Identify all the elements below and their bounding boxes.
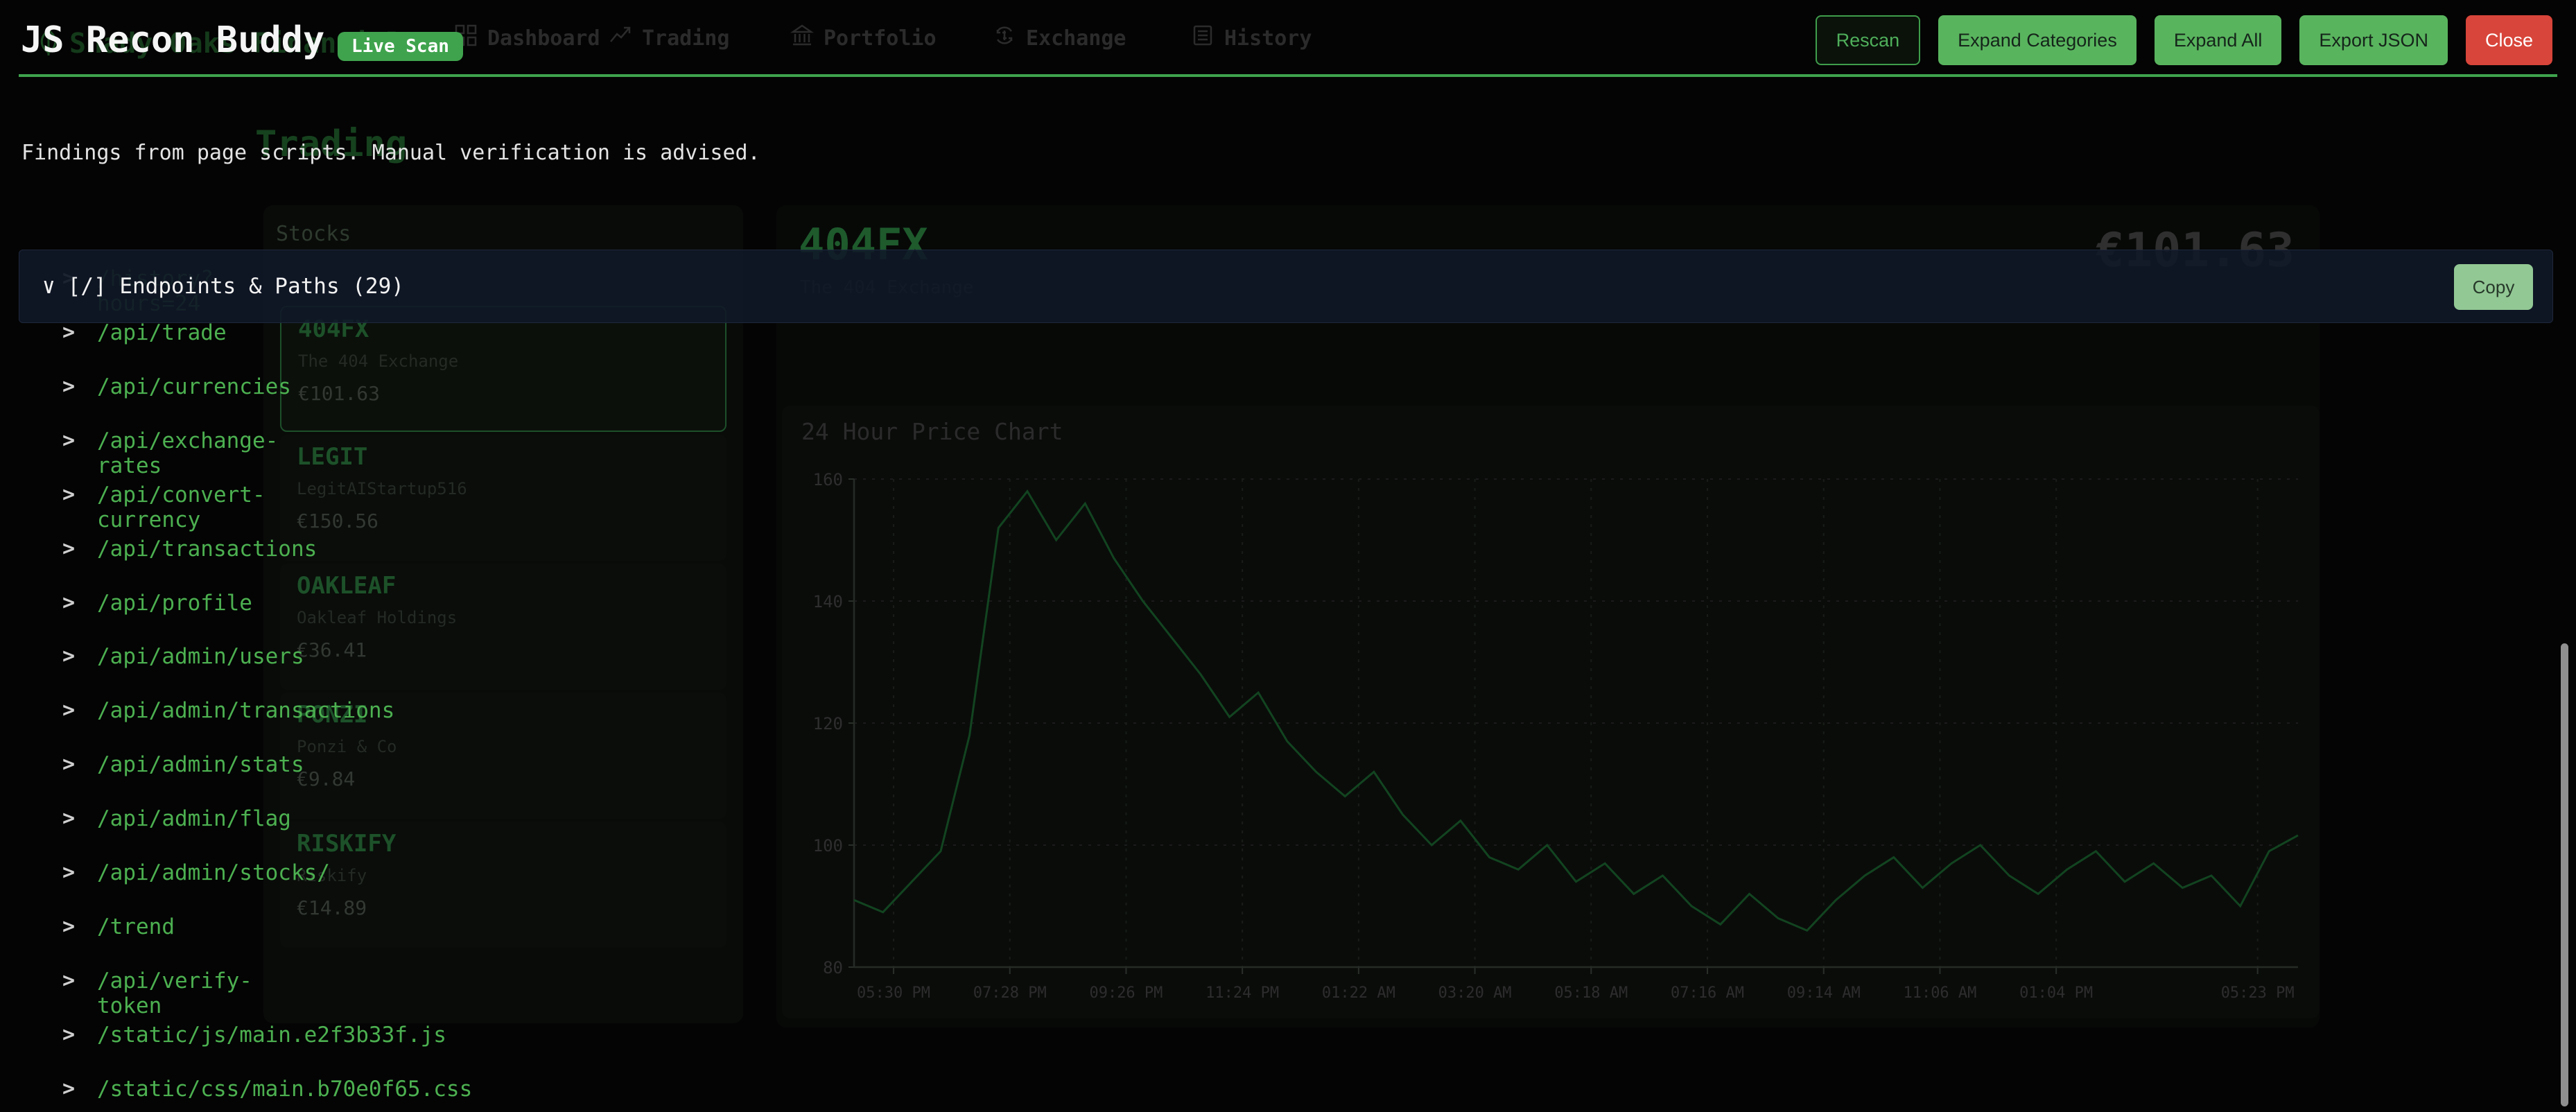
header-buttons: Rescan Expand Categories Expand All Expo… [1815, 15, 2552, 65]
expand-arrow-icon[interactable]: > [62, 860, 75, 885]
endpoint-path[interactable]: /api/profile [97, 591, 252, 616]
rescan-button[interactable]: Rescan [1815, 15, 1921, 65]
endpoint-path[interactable]: /static/css/main.b70e0f65.css [97, 1077, 472, 1102]
expand-arrow-icon[interactable]: > [62, 914, 75, 939]
endpoint-path[interactable]: /api/admin/flag [97, 806, 291, 831]
expand-categories-button[interactable]: Expand Categories [1938, 15, 2136, 65]
header-underline [19, 74, 2557, 77]
expand-arrow-icon[interactable]: > [62, 806, 75, 831]
screen: Shady Oaks Financial Dashboard Trading Por… [0, 0, 2576, 1112]
overlay-subtitle: Findings from page scripts. Manual verif… [21, 141, 760, 165]
endpoint-path[interactable]: /api/verify-token [97, 968, 252, 1018]
endpoint-path[interactable]: /api/admin/users [97, 644, 304, 669]
endpoint-path[interactable]: /trend [97, 914, 175, 939]
expand-arrow-icon[interactable]: > [62, 1077, 75, 1101]
expand-arrow-icon[interactable]: > [62, 1023, 75, 1047]
expand-arrow-icon[interactable]: > [62, 752, 75, 776]
endpoint-path[interactable]: /api/convert-currency [97, 483, 266, 532]
endpoint-path[interactable]: /static/js/main.e2f3b33f.js [97, 1023, 446, 1048]
endpoint-path[interactable]: /api/exchange-rates [97, 428, 278, 478]
endpoint-path[interactable]: /api/admin/transactions [97, 698, 394, 723]
expand-arrow-icon[interactable]: > [62, 537, 75, 561]
section-title: ∨ [/] Endpoints & Paths (29) [42, 250, 404, 322]
expand-arrow-icon[interactable]: > [62, 644, 75, 668]
expand-arrow-icon[interactable]: > [62, 374, 75, 399]
endpoint-path[interactable]: /api/transactions [97, 537, 317, 562]
expand-all-button[interactable]: Expand All [2154, 15, 2282, 65]
expand-arrow-icon[interactable]: > [62, 698, 75, 722]
close-button[interactable]: Close [2465, 15, 2552, 65]
scrollbar-thumb[interactable] [2561, 643, 2568, 1106]
export-json-button[interactable]: Export JSON [2299, 15, 2448, 65]
expand-arrow-icon[interactable]: > [62, 591, 75, 615]
copy-button[interactable]: Copy [2454, 264, 2533, 310]
expand-arrow-icon[interactable]: > [62, 428, 75, 453]
expand-arrow-icon[interactable]: > [62, 483, 75, 507]
section-label: [/] Endpoints & Paths (29) [67, 274, 404, 299]
endpoint-path[interactable]: /api/trade [97, 320, 227, 345]
overlay-title: JS Recon Buddy [21, 19, 325, 61]
endpoint-list: >/history?hours=24>/api/trade>/api/curre… [0, 0, 2576, 1112]
endpoint-path[interactable]: /api/admin/stats [97, 752, 304, 777]
endpoint-path[interactable]: /api/currencies [97, 374, 291, 399]
endpoint-path[interactable]: /api/admin/stocks/ [97, 860, 330, 885]
expand-arrow-icon[interactable]: > [62, 320, 75, 345]
expand-arrow-icon[interactable]: > [62, 968, 75, 993]
live-scan-badge: Live Scan [338, 32, 463, 61]
chevron-down-icon[interactable]: ∨ [42, 274, 55, 299]
section-header-bar[interactable]: ∨ [/] Endpoints & Paths (29) Copy [19, 250, 2553, 323]
